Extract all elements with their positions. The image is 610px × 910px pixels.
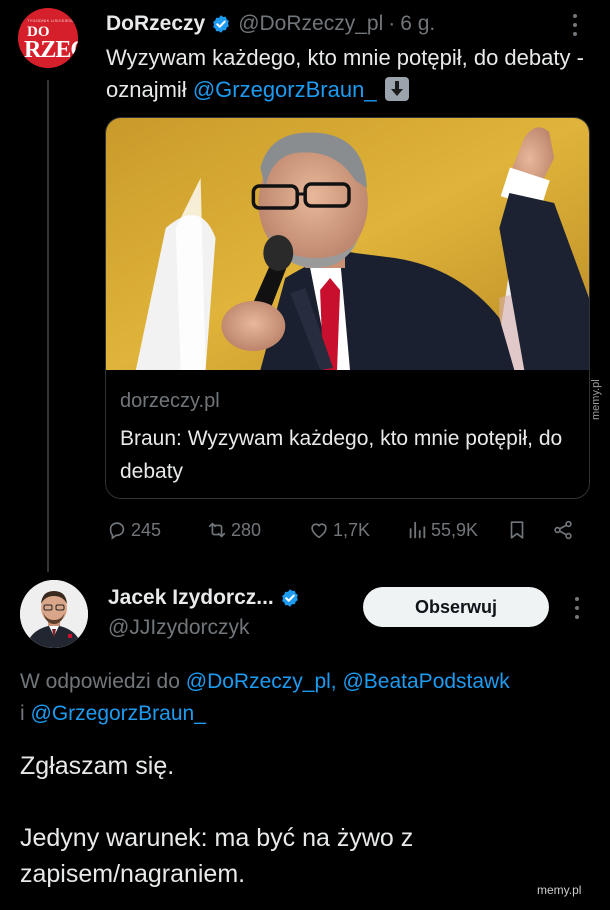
like-count: 1,7K	[333, 519, 371, 540]
follow-button[interactable]: Obserwuj	[363, 587, 549, 627]
reply-line2: i @GrzegorzBraun_	[20, 698, 610, 730]
share-icon	[554, 520, 572, 540]
down-arrow-emoji	[384, 77, 409, 101]
card-title: Braun: Wyzywam każdego, kto mnie potępił…	[120, 427, 563, 483]
bookmark-icon	[510, 521, 524, 539]
avatar-jacek[interactable]	[20, 580, 88, 648]
tweet2-body-line1: Zgłaszam się.	[20, 752, 175, 780]
reply-button[interactable]: 245	[106, 514, 161, 546]
card-domain: dorzeczy.pl	[120, 390, 220, 412]
avatar-dorzeczy[interactable]: TYGODNIK LISICKIEGO DO RZECZY	[18, 8, 78, 68]
link-card[interactable]: dorzeczy.pl Braun: Wyzywam każdego, kto …	[105, 117, 590, 499]
avatar-tagline: TYGODNIK LISICKIEGO	[27, 18, 76, 23]
tweet2-body-line2: Jedyny warunek: ma być na żywo z zapisem…	[20, 824, 414, 888]
tweet1-display-name[interactable]: DoRzeczy	[106, 12, 205, 36]
views-button[interactable]: 55,9K	[406, 514, 478, 546]
tweet1-time[interactable]: 6 g.	[400, 12, 435, 36]
avatar-logo-bottom: RZECZY	[24, 37, 78, 63]
tweet1-text: Wyzywam każdego, kto mnie potępił, do de…	[106, 42, 586, 106]
reply-context: W odpowiedzi do @DoRzeczy_pl, @BeataPods…	[20, 666, 610, 730]
watermark-bottom: memy.pl	[537, 883, 582, 897]
reply-and: i	[20, 702, 31, 725]
card-image-photo	[106, 118, 589, 370]
views-icon	[409, 521, 426, 539]
tweet2-display-name[interactable]: Jacek Izydorcz...	[108, 586, 274, 610]
tweet2-handle[interactable]: @JJIzydorczyk	[108, 616, 250, 640]
tweet2-body: Zgłaszam się. Jedyny warunek: ma być na …	[20, 748, 580, 910]
like-button[interactable]: 1,7K	[308, 514, 370, 546]
like-icon	[311, 523, 327, 539]
reply-prefix: W odpowiedzi do	[20, 670, 186, 693]
avatar-jacek-photo	[20, 580, 88, 648]
tweet1-actions: 245 280 1,7K 55,9K	[106, 514, 582, 546]
views-count: 55,9K	[431, 519, 479, 540]
repost-count: 280	[231, 519, 262, 540]
tweet2-more-icon[interactable]	[574, 597, 580, 619]
tweet1-separator: ·	[388, 12, 396, 35]
repost-button[interactable]: 280	[206, 514, 261, 546]
repost-icon	[208, 522, 226, 538]
verified-badge-icon	[213, 15, 230, 33]
reply-count: 245	[131, 519, 162, 540]
reply-mention-dorzeczy[interactable]: @DoRzeczy_pl,	[186, 670, 337, 693]
tweet1-handle[interactable]: @DoRzeczy_pl	[238, 12, 383, 36]
verified-badge-icon	[281, 589, 298, 607]
tweet1-mention[interactable]: @GrzegorzBraun_	[193, 77, 377, 102]
share-button[interactable]	[552, 514, 577, 546]
tweet1-more-icon[interactable]	[572, 14, 578, 36]
reply-icon	[109, 522, 125, 540]
tweet1-header: DoRzeczy @DoRzeczy_pl · 6 g.	[106, 8, 435, 40]
reply-mention-braun[interactable]: @GrzegorzBraun_	[31, 702, 206, 725]
thread-line	[47, 80, 49, 572]
reply-mention-beata[interactable]: @BeataPodstawk	[342, 670, 509, 693]
watermark-side: memy.pl	[590, 379, 602, 420]
bookmark-button[interactable]	[506, 514, 531, 546]
tweet2-header: Jacek Izydorcz...	[108, 583, 307, 613]
